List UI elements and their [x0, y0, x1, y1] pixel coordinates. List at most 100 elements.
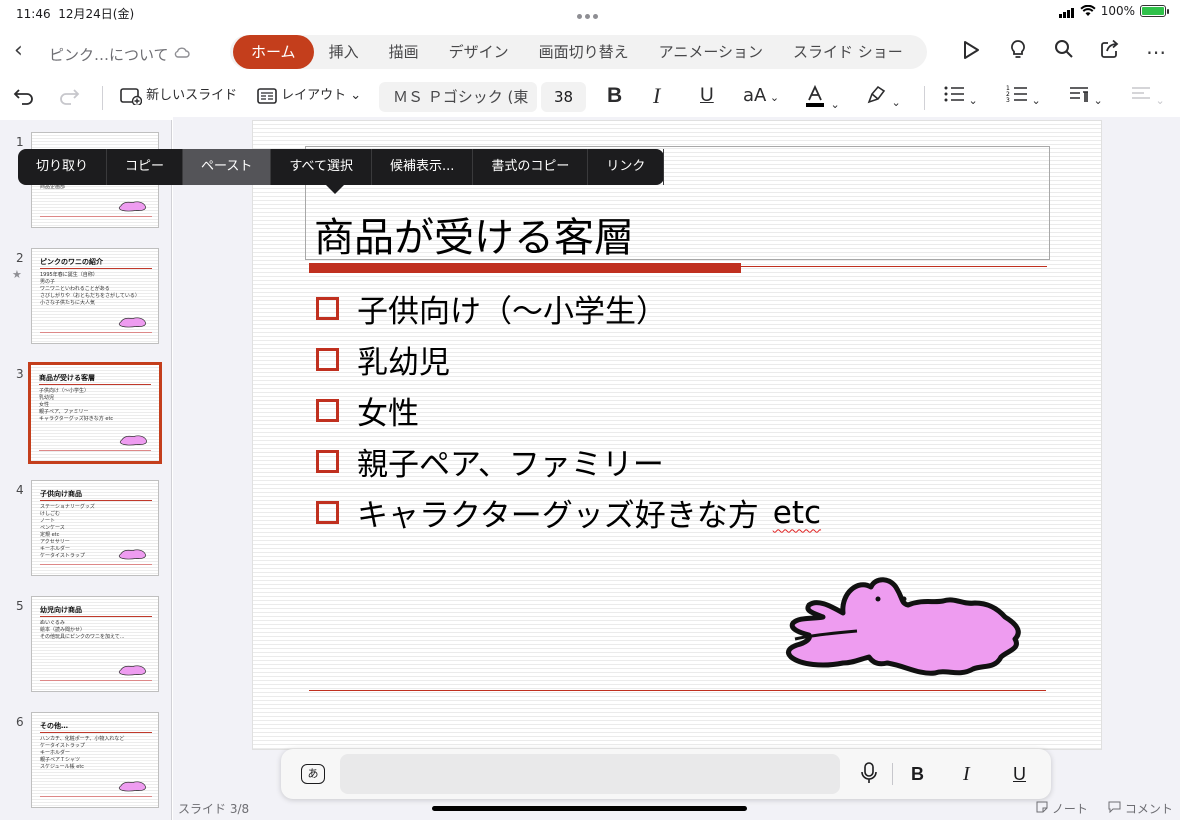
bullet-item[interactable]: 女性: [316, 385, 821, 436]
thumbnail-line: 商品企画部: [40, 184, 66, 190]
thumbnail-line: ステーショナリーグッズ: [40, 504, 95, 510]
tab-6[interactable]: スライド ショー: [778, 35, 918, 69]
thumbnail-crocodile-image: [118, 201, 146, 212]
thumbnail-line: ケータイストラップ: [40, 553, 85, 559]
numbering-button[interactable]: 123 ⌄: [1006, 84, 1041, 113]
bold-button[interactable]: B: [607, 84, 622, 108]
play-icon[interactable]: [958, 39, 984, 65]
keyboard-italic-button[interactable]: I: [963, 762, 970, 786]
undo-icon[interactable]: [13, 83, 35, 109]
font-color-button[interactable]: ⌄: [803, 84, 840, 117]
context-menu-item-1[interactable]: コピー: [107, 149, 184, 185]
context-menu-item-2[interactable]: ペースト: [183, 149, 272, 185]
tab-5[interactable]: アニメーション: [644, 35, 778, 69]
slide-thumbnail[interactable]: ピンクのワニの紹介 1995年春に誕生（自称） 男の子 ワニワニといわれることがあるさ…: [31, 248, 159, 344]
thumbnail-line: キャラクターグッズ好きな方 etc: [39, 416, 114, 422]
bullet-item[interactable]: 乳幼児: [316, 334, 821, 385]
bullet-text: 親子ペア、ファミリー: [357, 447, 664, 483]
thumbnail-footer-line: [40, 216, 152, 217]
font-name-field[interactable]: ＭＳ Ｐゴシック (東: [379, 82, 537, 112]
keyboard-bold-button[interactable]: B: [911, 762, 924, 786]
kana-input-toggle[interactable]: あ: [301, 764, 325, 784]
context-menu-item-5[interactable]: 書式のコピー: [473, 149, 589, 185]
microphone-icon[interactable]: [861, 762, 877, 791]
thumbnail-crocodile-shape: [118, 781, 146, 792]
thumbnail-number: 3: [16, 367, 24, 381]
layout-icon: [257, 87, 277, 104]
bullet-text: 乳幼児: [357, 345, 450, 381]
bullet-list[interactable]: 子供向け（～小学生） 乳幼児女性親子ペア、ファミリーキャラクターグッズ好きな方 et…: [316, 283, 821, 538]
comment-icon: [1108, 801, 1121, 814]
tab-4[interactable]: 画面切り替え: [524, 35, 644, 69]
thumbnail-body: ハンカチ、化粧ポーチ、小物入れなど ケータイストラップ キーホルダー 親子ペアＴシャツ…: [40, 736, 124, 771]
square-bullet-icon: [316, 450, 339, 473]
thumbnail-line: 定規 etc: [40, 532, 60, 538]
battery-percent: 100%: [1100, 4, 1135, 18]
predictive-text-field[interactable]: [340, 754, 840, 794]
font-size-aa-button[interactable]: aA ⌄: [743, 84, 779, 110]
tab-2[interactable]: 描画: [374, 35, 434, 69]
more-icon[interactable]: ⋯: [1143, 39, 1169, 65]
new-slide-icon: [120, 87, 143, 106]
lightbulb-icon[interactable]: [1005, 39, 1031, 65]
bullet-item[interactable]: キャラクターグッズ好きな方 etc: [316, 487, 821, 538]
font-size-field[interactable]: 38: [541, 82, 586, 112]
bullet-item[interactable]: 親子ペア、ファミリー: [316, 436, 821, 487]
thumbnail-crocodile-image: [118, 317, 146, 328]
slide-thumbnail[interactable]: 商品が受ける客層 子供向け（～小学生） 乳幼児 女性 親子ペア、ファミリー キャラクターグ…: [28, 362, 162, 464]
comments-button[interactable]: コメント: [1108, 800, 1173, 817]
bullet-list-icon: [944, 86, 964, 102]
underline-button[interactable]: U: [700, 84, 714, 108]
thumbnail-body: ぬいぐるみ 絵本（読み聞かせ） その他玩具にピンクのワニを加えて...: [40, 620, 125, 641]
document-title[interactable]: ピンク…について: [49, 44, 169, 65]
context-menu-item-0[interactable]: 切り取り: [18, 149, 108, 185]
thumbnail-line: ケータイストラップ: [40, 743, 85, 749]
bullet-suffix: etc: [772, 494, 822, 531]
context-menu-item-3[interactable]: すべて選択: [271, 149, 372, 185]
layout-button[interactable]: レイアウト ⌄: [257, 83, 361, 109]
thumbnail-line: 子供向け（～小学生）: [39, 388, 90, 394]
battery-icon: [1140, 5, 1169, 17]
svg-text:3: 3: [1006, 97, 1010, 104]
highlight-button[interactable]: ⌄: [866, 84, 901, 115]
slide-title[interactable]: 商品が受ける客層: [314, 205, 634, 263]
slide-thumbnail[interactable]: その他… ハンカチ、化粧ポーチ、小物入れなど ケータイストラップ キーホルダー 親子ペア…: [31, 712, 159, 808]
italic-button[interactable]: I: [653, 84, 660, 108]
back-chevron-icon[interactable]: ‹: [14, 40, 23, 62]
slide-thumbnail[interactable]: 幼児向け商品 ぬいぐるみ 絵本（読み聞かせ） その他玩具にピンクのワニを加えて...: [31, 596, 159, 692]
tab-3[interactable]: デザイン: [434, 35, 524, 69]
square-bullet-icon: [316, 297, 339, 320]
align-left-icon: [1132, 87, 1150, 99]
tab-0[interactable]: ホーム: [233, 35, 314, 69]
new-slide-button[interactable]: 新しいスライド: [120, 83, 237, 109]
search-icon[interactable]: [1051, 39, 1077, 65]
notes-icon: [1036, 801, 1048, 813]
bullet-text: キャラクターグッズ好きな方: [357, 498, 759, 534]
cloud-sync-icon[interactable]: [173, 43, 191, 61]
square-bullet-icon: [316, 399, 339, 422]
context-menu-item-6[interactable]: リンク: [588, 149, 665, 185]
tab-1[interactable]: 挿入: [314, 35, 374, 69]
redo-icon[interactable]: [58, 83, 80, 109]
slide-thumbnail[interactable]: 子供向け商品 ステーショナリーグッズ けしごむ ノート ペンケース 定規 etc アクセサリ…: [31, 480, 159, 576]
thumbnail-number: 6: [16, 715, 24, 729]
context-menu-item-4[interactable]: 候補表示...: [372, 149, 474, 185]
thumbnail-crocodile-shape: [118, 549, 146, 560]
paragraph-button[interactable]: ⌄: [1068, 84, 1103, 113]
share-icon[interactable]: [1097, 39, 1123, 65]
thumbnail-line: ノート: [40, 518, 56, 524]
home-indicator[interactable]: [432, 806, 747, 811]
square-bullet-icon: [316, 348, 339, 371]
multitasking-dots-icon[interactable]: [577, 8, 603, 19]
bullets-button[interactable]: ⌄: [943, 84, 978, 113]
bullet-item[interactable]: 子供向け（～小学生）: [316, 283, 821, 334]
thumbnail-number: 4: [16, 483, 24, 497]
ribbon-tabs: ホーム 挿入 描画 デザイン 画面切り替え アニメーション スライド ショー: [230, 35, 927, 69]
align-button[interactable]: ⌄: [1130, 84, 1165, 113]
thumbnail-line: アクセサリー: [40, 539, 70, 545]
thumbnail-title: 商品が受ける客層: [39, 374, 95, 382]
thumbnail-footer-line: [40, 680, 152, 681]
notes-button[interactable]: ノート: [1036, 800, 1088, 817]
keyboard-underline-button[interactable]: U: [1013, 762, 1026, 786]
pink-crocodile-image[interactable]: [783, 573, 1033, 683]
